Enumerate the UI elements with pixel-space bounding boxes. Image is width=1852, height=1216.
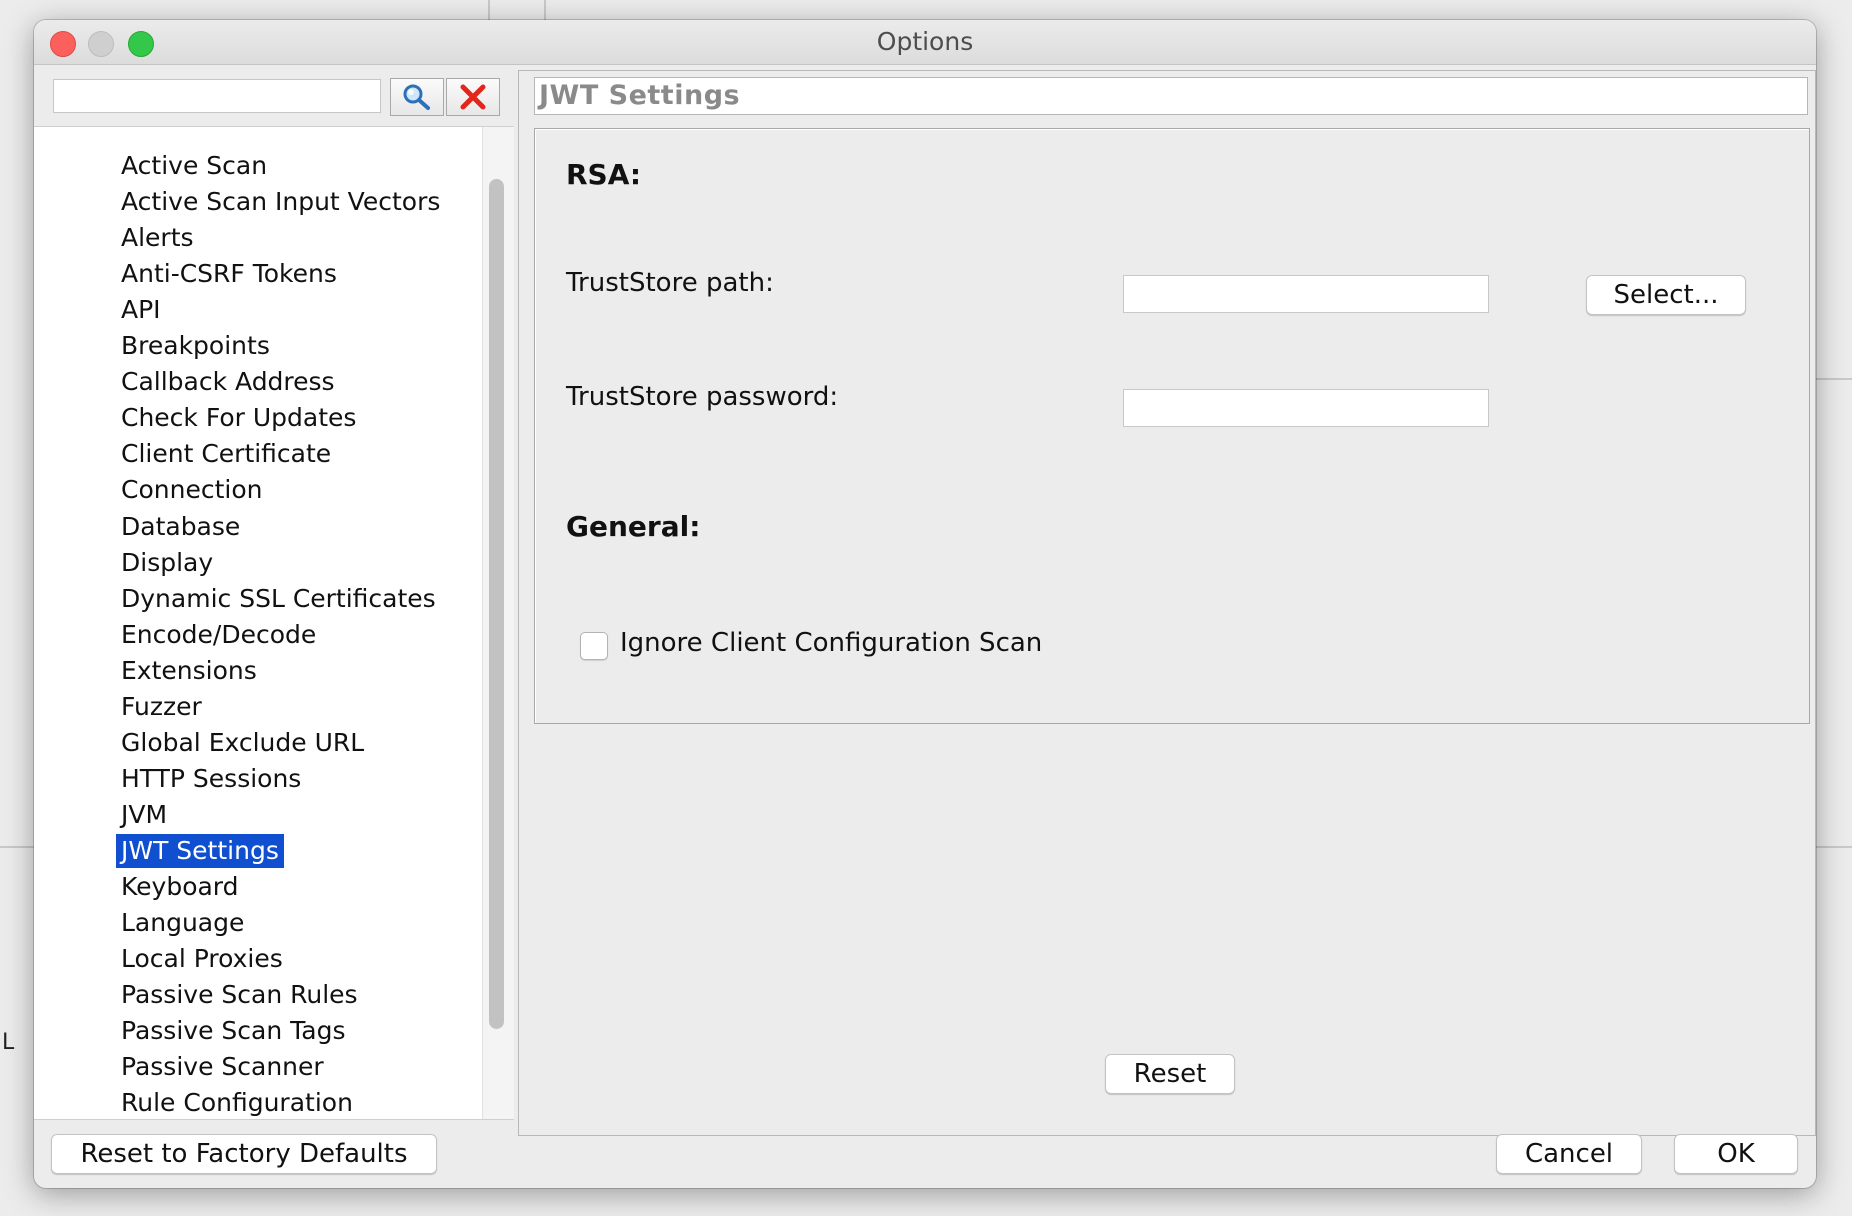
title-bar: Options bbox=[34, 20, 1816, 65]
tree-item[interactable]: Client Certificate bbox=[116, 437, 336, 471]
truststore-password-field[interactable] bbox=[1123, 389, 1489, 427]
tree-item[interactable]: JWT Settings bbox=[116, 834, 284, 868]
options-tree: Active Scan Active Scan Input Vectors Aler… bbox=[34, 126, 514, 1120]
magnifier-icon bbox=[403, 84, 430, 110]
tree-item[interactable]: Display bbox=[116, 546, 218, 580]
tree-item[interactable]: JVM bbox=[116, 798, 172, 832]
tree-item[interactable]: Fuzzer bbox=[116, 690, 207, 724]
panel-header-title: JWT Settings bbox=[534, 77, 1808, 115]
background-divider bbox=[1816, 378, 1852, 380]
tree-item[interactable]: API bbox=[116, 293, 166, 327]
reset-to-factory-defaults-button[interactable]: Reset to Factory Defaults bbox=[51, 1134, 437, 1174]
tree-item[interactable]: Connection bbox=[116, 473, 267, 507]
tree-scrollbar-thumb[interactable] bbox=[489, 179, 504, 1029]
tree-item[interactable]: Check For Updates bbox=[116, 401, 361, 435]
truststore-password-label: TrustStore password: bbox=[566, 382, 839, 412]
tree-item[interactable]: HTTP Sessions bbox=[116, 762, 306, 796]
background-divider bbox=[1816, 846, 1852, 848]
tree-item[interactable]: Rule Configuration bbox=[116, 1086, 358, 1119]
options-search-input[interactable] bbox=[53, 79, 381, 113]
ignore-client-config-scan-label[interactable]: Ignore Client Configuration Scan bbox=[620, 628, 1042, 658]
tree-item[interactable]: Dynamic SSL Certificates bbox=[116, 582, 441, 616]
background-divider bbox=[0, 846, 34, 848]
general-section-title: General: bbox=[566, 510, 701, 543]
clear-search-button[interactable] bbox=[446, 78, 500, 116]
select-truststore-button[interactable]: Select... bbox=[1586, 275, 1746, 315]
red-x-icon bbox=[460, 84, 486, 110]
tree-item[interactable]: Keyboard bbox=[116, 870, 244, 904]
ignore-client-config-scan-checkbox[interactable] bbox=[580, 632, 608, 660]
truststore-path-field[interactable] bbox=[1123, 275, 1489, 313]
window-title: Options bbox=[876, 27, 974, 56]
tree-item[interactable]: Global Exclude URL bbox=[116, 726, 369, 760]
background-fragment-text: L bbox=[2, 1030, 15, 1055]
tree-item[interactable]: Encode/Decode bbox=[116, 618, 321, 652]
tree-item[interactable]: Passive Scan Tags bbox=[116, 1014, 350, 1048]
tree-item[interactable]: Passive Scanner bbox=[116, 1050, 329, 1084]
tree-item[interactable]: Database bbox=[116, 510, 245, 544]
background-divider bbox=[544, 0, 546, 20]
tree-item[interactable]: Alerts bbox=[116, 221, 199, 255]
search-button[interactable] bbox=[390, 78, 444, 116]
options-dialog: Options Active Scan Active Scan Input Vec… bbox=[34, 20, 1816, 1188]
tree-item[interactable]: Extensions bbox=[116, 654, 262, 688]
tree-item[interactable]: Language bbox=[116, 906, 249, 940]
cancel-button[interactable]: Cancel bbox=[1496, 1134, 1642, 1174]
tree-item[interactable]: Active Scan Input Vectors bbox=[116, 185, 445, 219]
tree-item[interactable]: Active Scan bbox=[116, 149, 272, 183]
background-divider bbox=[488, 0, 490, 20]
ok-button[interactable]: OK bbox=[1674, 1134, 1798, 1174]
tree-item[interactable]: Callback Address bbox=[116, 365, 340, 399]
reset-button[interactable]: Reset bbox=[1105, 1054, 1235, 1094]
rsa-section-title: RSA: bbox=[566, 158, 642, 191]
truststore-path-label: TrustStore path: bbox=[566, 268, 774, 298]
tree-item[interactable]: Breakpoints bbox=[116, 329, 275, 363]
tree-item[interactable]: Passive Scan Rules bbox=[116, 978, 363, 1012]
tree-item[interactable]: Anti-CSRF Tokens bbox=[116, 257, 342, 291]
tree-item[interactable]: Local Proxies bbox=[116, 942, 288, 976]
